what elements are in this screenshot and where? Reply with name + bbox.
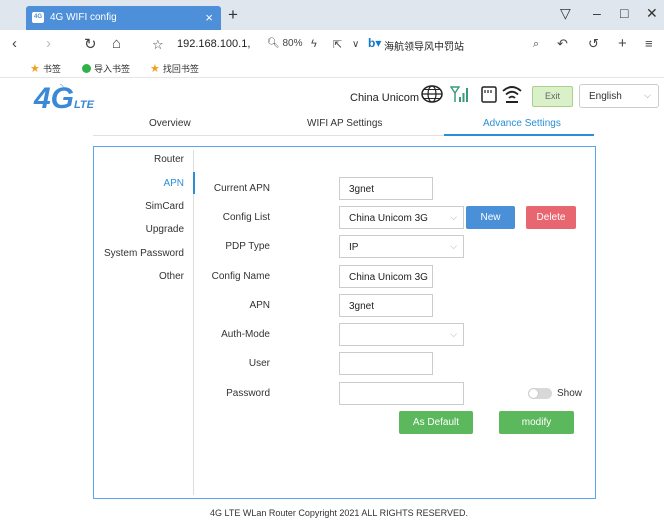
shield-icon[interactable]: ▽	[560, 5, 571, 22]
auth-mode-label: Auth-Mode	[221, 329, 270, 340]
password-field[interactable]	[339, 382, 464, 405]
tab-close-icon[interactable]: ×	[205, 10, 213, 25]
auth-mode-select[interactable]: ⌵	[339, 323, 464, 346]
chevron-down-icon: ⌵	[450, 329, 457, 339]
new-button[interactable]: New	[466, 206, 515, 229]
refresh-icon[interactable]: ↻	[84, 35, 97, 53]
browser-tab-title: 4G WIFI config	[50, 12, 117, 23]
config-list-select[interactable]: China Unicom 3G ⌵	[339, 206, 464, 229]
language-select[interactable]: English ⌵	[579, 84, 659, 108]
bing-icon[interactable]: b▾	[368, 36, 381, 50]
import-icon	[82, 64, 91, 73]
config-name-field[interactable]: China Unicom 3G	[339, 265, 433, 288]
pdp-type-select[interactable]: IP ⌵	[339, 235, 464, 258]
browser-tabstrip: 4G 4G WIFI config × + ▽ – □ ✕	[0, 0, 664, 30]
bookmark-item[interactable]: ★ 书签	[30, 62, 61, 75]
config-name-label: Config Name	[211, 271, 270, 282]
sidebar-item-simcard[interactable]: SimCard	[145, 201, 184, 212]
close-window-icon[interactable]: ✕	[646, 5, 658, 22]
menu-icon[interactable]: ≡	[645, 36, 653, 51]
star-icon: ★	[150, 63, 160, 75]
sidebar-item-other[interactable]: Other	[159, 271, 184, 282]
delete-button[interactable]: Delete	[526, 206, 576, 229]
share-icon[interactable]: ⇱	[333, 38, 342, 51]
apn-label: APN	[249, 300, 270, 311]
current-apn-field[interactable]: 3gnet	[339, 177, 433, 200]
dropdown-icon[interactable]: ∨	[352, 39, 359, 50]
browser-tab[interactable]: 4G 4G WIFI config ×	[26, 6, 221, 30]
zoom-indicator[interactable]: 🔍︎ 80%	[267, 38, 303, 49]
lightning-icon[interactable]: ϟ	[311, 38, 317, 50]
bookmark-import[interactable]: 导入书签	[82, 62, 130, 75]
sidebar-item-apn[interactable]: APN	[163, 178, 184, 189]
config-list-label: Config List	[222, 212, 270, 223]
chevron-down-icon: ⌵	[644, 90, 651, 100]
history-icon[interactable]: ↺	[588, 36, 599, 52]
signal-strength-icon	[450, 86, 468, 102]
bookmarks-bar: ★ 书签 导入书签 ★ 找回书签	[0, 58, 664, 78]
home-icon[interactable]: ⌂	[112, 35, 121, 52]
globe-icon	[421, 85, 443, 103]
star-icon: ★	[30, 63, 40, 75]
favorite-star-icon[interactable]: ☆	[152, 37, 164, 53]
sidebar-divider	[193, 150, 194, 495]
active-tab-indicator	[444, 134, 594, 136]
modify-button[interactable]: modify	[499, 411, 574, 434]
chevron-down-icon: ⌵	[450, 241, 457, 251]
bing-search-link[interactable]: 海航领导风中罚站	[384, 38, 464, 53]
forward-icon[interactable]: ›	[46, 35, 51, 52]
logo-lte: LTE	[74, 99, 94, 111]
user-field[interactable]	[339, 352, 433, 375]
apn-field[interactable]: 3gnet	[339, 294, 433, 317]
maximize-icon[interactable]: □	[620, 5, 628, 21]
search-icon[interactable]: ⌕	[533, 38, 539, 51]
exit-button[interactable]: Exit	[532, 86, 573, 107]
new-tab-button[interactable]: +	[228, 5, 238, 25]
carrier-name: China Unicom	[350, 92, 420, 104]
sidebar-item-upgrade[interactable]: Upgrade	[146, 224, 184, 235]
show-password-label: Show	[557, 388, 583, 399]
sidebar-item-router[interactable]: Router	[154, 154, 184, 165]
bookmark-recover[interactable]: ★ 找回书签	[150, 62, 199, 75]
sidebar-item-system-password[interactable]: System Password	[104, 248, 184, 259]
undo-icon[interactable]: ↶	[557, 36, 568, 52]
tab-advance-settings[interactable]: Advance Settings	[483, 118, 561, 129]
brand-logo: 4GLTE ◝	[34, 82, 94, 116]
current-apn-label: Current APN	[213, 183, 270, 194]
tab-overview[interactable]: Overview	[149, 118, 191, 129]
tab-wifi-ap-settings[interactable]: WIFI AP Settings	[307, 118, 382, 129]
chevron-down-icon: ⌵	[450, 212, 457, 222]
minimize-icon[interactable]: –	[593, 5, 601, 21]
language-value: English	[589, 91, 622, 102]
logo-4g: 4G	[34, 82, 75, 115]
sidebar-active-marker	[193, 172, 195, 194]
router-favicon-icon: 4G	[32, 12, 44, 23]
password-label: Password	[226, 388, 270, 399]
browser-navbar: ‹ › ↻ ⌂ ☆ 192.168.100.1, 🔍︎ 80% ϟ ⇱ ∨ b▾…	[0, 30, 664, 58]
add-icon[interactable]: +	[618, 35, 627, 52]
copyright-footer: 4G LTE WLan Router Copyright 2021 ALL RI…	[210, 508, 468, 518]
signal-arc-icon: ◝	[60, 82, 64, 92]
url-field[interactable]: 192.168.100.1,	[177, 38, 250, 50]
user-label: User	[248, 358, 270, 369]
sim-card-icon	[481, 86, 497, 103]
show-password-toggle[interactable]	[528, 388, 552, 399]
back-icon[interactable]: ‹	[12, 35, 17, 52]
wifi-icon	[502, 86, 522, 103]
pdp-type-label: PDP Type	[225, 241, 270, 252]
as-default-button[interactable]: As Default	[399, 411, 473, 434]
zoom-level: 80%	[282, 38, 303, 49]
